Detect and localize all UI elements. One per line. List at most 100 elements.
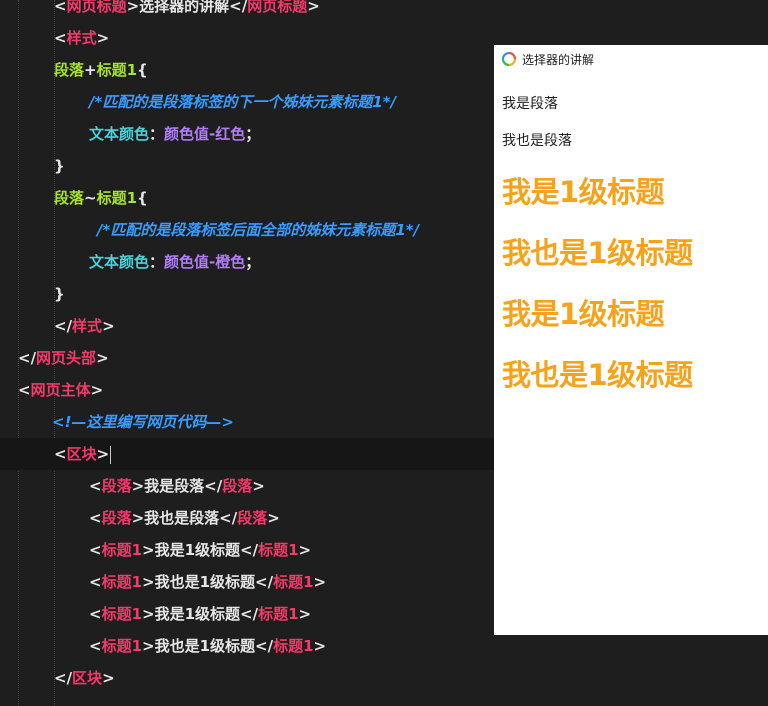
code-line[interactable]: </网页头部> xyxy=(0,342,109,374)
code-token: 颜色值-橙色 xyxy=(164,253,246,271)
code-token: < xyxy=(54,445,67,463)
code-token: { xyxy=(137,61,148,79)
code-line[interactable]: <标题1>我也是1级标题</标题1> xyxy=(0,566,326,598)
heading-1: 我也是1级标题 xyxy=(502,236,693,270)
code-token: < xyxy=(89,637,102,655)
code-token: > xyxy=(313,637,327,655)
code-line[interactable]: </区块> xyxy=(0,662,115,694)
code-token: 段落 xyxy=(101,509,132,527)
code-token: 区块 xyxy=(72,669,103,687)
code-token: < xyxy=(18,381,31,399)
browser-tab-title: 选择器的讲解 xyxy=(522,52,595,67)
code-token: ； xyxy=(245,125,261,143)
code-token: > xyxy=(298,541,312,559)
code-token: 段落 xyxy=(54,189,85,207)
code-line[interactable]: <标题1>我是1级标题</标题1> xyxy=(0,534,311,566)
code-line[interactable]: </样式> xyxy=(0,310,115,342)
code-token: 段落 xyxy=(222,477,253,495)
code-token: > xyxy=(298,605,312,623)
code-token: > xyxy=(96,349,109,367)
code-token: < xyxy=(89,605,102,623)
code-token: < xyxy=(89,477,102,495)
code-token: > xyxy=(252,477,265,495)
code-token: < xyxy=(89,541,102,559)
code-token: { xyxy=(137,189,148,207)
heading-1: 我是1级标题 xyxy=(502,175,665,209)
code-line[interactable]: 文本颜色：颜色值-橙色； xyxy=(0,246,260,278)
code-token: 段落 xyxy=(101,477,132,495)
code-token: ： xyxy=(149,125,165,143)
code-token: + xyxy=(84,61,97,79)
paragraph: 我也是段落 xyxy=(502,133,572,149)
code-line[interactable]: <网页主体> xyxy=(0,374,103,406)
code-token: < xyxy=(54,29,67,47)
code-token: </ xyxy=(18,349,37,367)
heading-1: 我是1级标题 xyxy=(502,297,665,331)
code-token: 网页标题 xyxy=(247,0,308,15)
code-token: 区块 xyxy=(66,445,97,463)
code-token: 网页主体 xyxy=(30,381,91,399)
code-line[interactable]: /*匹配的是段落标签的下一个姊妹元素标题1*/ xyxy=(0,86,396,118)
code-line[interactable]: <标题1>我是1级标题</标题1> xyxy=(0,598,311,630)
code-token: < xyxy=(89,509,102,527)
code-comment: /*匹配的是段落标签后面全部的姊妹元素标题1*/ xyxy=(97,221,420,239)
code-token: 标题1 xyxy=(258,541,299,559)
code-line[interactable]: } xyxy=(0,150,65,182)
code-token: >我是段落</ xyxy=(131,477,223,495)
code-line[interactable]: 段落~标题1{ xyxy=(0,182,148,214)
code-token: 标题1 xyxy=(273,573,314,591)
code-line[interactable]: <!—这里编写网页代码—> xyxy=(0,406,234,438)
code-token: 段落 xyxy=(237,509,268,527)
code-token: ~ xyxy=(84,189,97,207)
code-token: ： xyxy=(149,253,165,271)
code-line[interactable]: 文本颜色：颜色值-红色； xyxy=(0,118,260,150)
code-token: 标题1 xyxy=(96,61,138,79)
code-line[interactable]: <段落>我是段落</段落> xyxy=(0,470,265,502)
code-token: 标题1 xyxy=(101,573,143,591)
code-token: > xyxy=(307,0,320,15)
code-token: >我是1级标题</ xyxy=(142,541,259,559)
code-token: < xyxy=(54,0,67,15)
code-token: >我也是1级标题</ xyxy=(142,573,274,591)
code-token: 网页标题 xyxy=(66,0,127,15)
code-token: 文本颜色 xyxy=(89,125,150,143)
browser-favicon-icon xyxy=(502,52,516,66)
code-token: < xyxy=(89,573,102,591)
browser-tab-bar[interactable]: 选择器的讲解 xyxy=(494,45,768,73)
code-token: 样式 xyxy=(72,317,103,335)
code-token: >选择器的讲解</ xyxy=(126,0,248,15)
code-token: > xyxy=(102,317,115,335)
code-token: > xyxy=(102,669,115,687)
code-token: > xyxy=(267,509,280,527)
code-token: 标题1 xyxy=(101,605,143,623)
code-token: 标题1 xyxy=(273,637,314,655)
code-token: 网页头部 xyxy=(36,349,97,367)
code-token: > xyxy=(96,29,110,47)
code-token: > xyxy=(90,381,104,399)
code-token: >我也是段落</ xyxy=(131,509,238,527)
code-comment: /*匹配的是段落标签的下一个姊妹元素标题1*/ xyxy=(89,93,397,111)
code-token: </ xyxy=(54,669,73,687)
code-line-active[interactable]: <区块> xyxy=(0,438,494,470)
code-token: } xyxy=(54,285,65,303)
text-cursor xyxy=(110,445,112,464)
code-line[interactable]: <标题1>我也是1级标题</标题1> xyxy=(0,630,326,662)
code-token: 标题1 xyxy=(101,541,143,559)
code-token: 文本颜色 xyxy=(89,253,150,271)
code-token: > xyxy=(313,573,327,591)
code-token: 标题1 xyxy=(258,605,299,623)
code-token: 样式 xyxy=(66,29,97,47)
code-line[interactable]: 段落+标题1{ xyxy=(0,54,148,86)
heading-1: 我也是1级标题 xyxy=(502,358,693,392)
code-token: 段落 xyxy=(54,61,85,79)
code-line[interactable]: <样式> xyxy=(0,22,109,54)
code-token: ； xyxy=(245,253,261,271)
code-line[interactable]: <网页标题>选择器的讲解</网页标题> xyxy=(0,0,320,22)
code-token: 颜色值-红色 xyxy=(164,125,246,143)
code-token: } xyxy=(54,157,65,175)
browser-preview[interactable]: 选择器的讲解 我是段落 我也是段落 我是1级标题 我也是1级标题 我是1级标题 … xyxy=(494,45,768,635)
code-line[interactable]: /*匹配的是段落标签后面全部的姊妹元素标题1*/ xyxy=(0,214,419,246)
code-token: </ xyxy=(54,317,73,335)
code-line[interactable]: <段落>我也是段落</段落> xyxy=(0,502,280,534)
code-line[interactable]: } xyxy=(0,278,65,310)
